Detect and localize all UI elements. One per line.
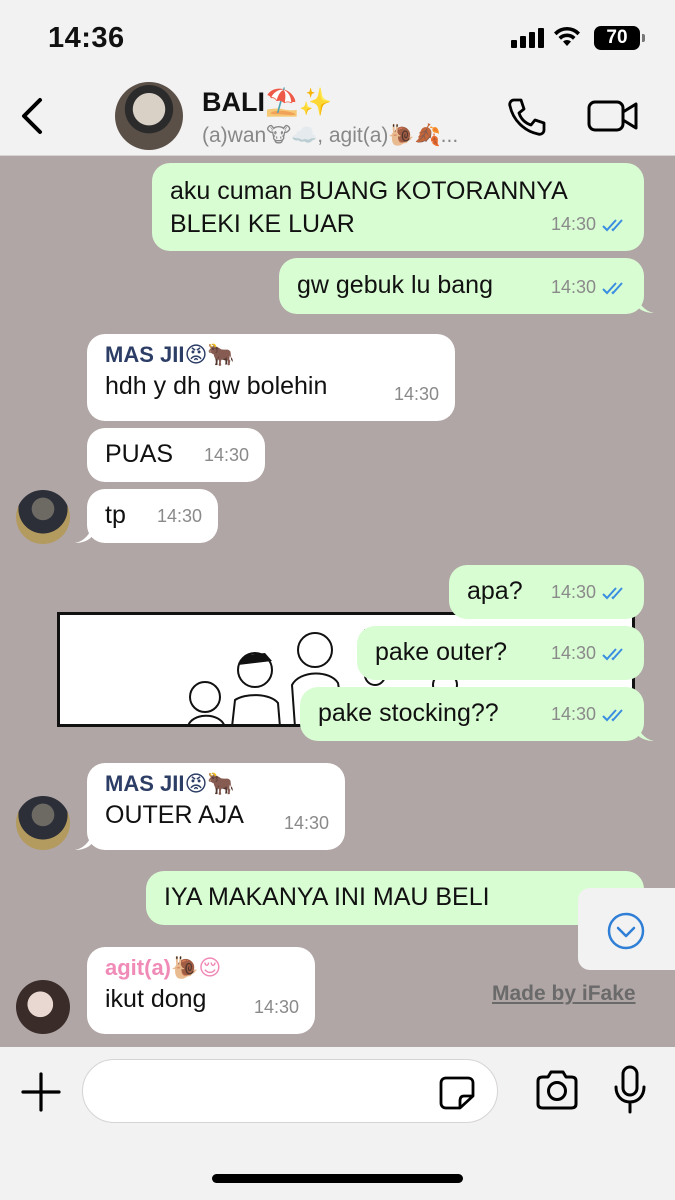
double-check-icon (602, 586, 623, 599)
outgoing-message[interactable]: apa? 14:30 (449, 565, 644, 619)
microphone-icon[interactable] (612, 1065, 648, 1115)
message-time: 14:30 (550, 704, 596, 724)
group-title[interactable]: BALI⛱️✨ (202, 86, 332, 118)
video-camera-icon[interactable] (587, 98, 639, 134)
message-time: 14:30 (156, 506, 202, 526)
signal-icon (511, 28, 545, 48)
message-text: hdh y dh gw bolehin (105, 372, 328, 400)
phone-icon[interactable] (505, 95, 549, 139)
message-time: 14:30 (550, 277, 596, 297)
message-time: 14:30 (283, 813, 329, 833)
sender-name: MAS JII😡🐂 (105, 771, 235, 796)
bubble-tail (636, 293, 654, 313)
incoming-message[interactable]: tp 14:30 (87, 489, 218, 543)
group-members[interactable]: (a)wan🐮☁️, agit(a)🐌🍂... (202, 123, 458, 148)
double-check-icon (602, 281, 623, 294)
incoming-message[interactable]: agit(a)🐌😌 ikut dong 14:30 (87, 947, 315, 1034)
chevron-down-icon (607, 912, 645, 950)
chevron-left-icon[interactable] (14, 94, 50, 138)
outgoing-message[interactable]: pake outer? 14:30 (357, 626, 644, 680)
watermark: Made by iFake (492, 982, 636, 1005)
wifi-icon (554, 26, 580, 46)
message-text: IYA MAKANYA INI MAU BELI (164, 883, 490, 911)
composer-bar (0, 1047, 675, 1200)
outgoing-message[interactable]: gw gebuk lu bang 14:30 (279, 258, 644, 314)
chat-header: BALI⛱️✨ (a)wan🐮☁️, agit(a)🐌🍂... (0, 78, 675, 156)
bubble-tail (636, 721, 654, 741)
message-time: 14:30 (550, 582, 596, 602)
status-bar: 14:36 70 (0, 0, 675, 78)
incoming-message[interactable]: MAS JII😡🐂 hdh y dh gw bolehin 14:30 (87, 334, 455, 421)
sender-name: MAS JII😡🐂 (105, 342, 235, 367)
sender-name: agit(a)🐌😌 (105, 955, 222, 980)
sender-avatar[interactable] (16, 796, 70, 850)
home-indicator[interactable] (212, 1174, 463, 1183)
bubble-tail (75, 523, 93, 543)
message-time: 14:30 (203, 445, 249, 465)
group-avatar[interactable] (115, 82, 183, 150)
bubble-tail (75, 830, 93, 850)
status-time: 14:36 (48, 22, 125, 54)
message-input[interactable] (82, 1059, 498, 1123)
outgoing-message[interactable]: pake stocking?? 14:30 (300, 687, 644, 741)
camera-icon[interactable] (534, 1069, 580, 1111)
sender-avatar[interactable] (16, 490, 70, 544)
incoming-message[interactable]: PUAS 14:30 (87, 428, 265, 482)
message-time: 14:30 (393, 384, 439, 404)
scroll-to-bottom-button[interactable] (578, 888, 675, 970)
double-check-icon (602, 647, 623, 660)
message-time: 14:30 (550, 214, 596, 234)
outgoing-message[interactable]: IYA MAKANYA INI MAU BELI 14:30 (146, 871, 644, 925)
battery-indicator: 70 (594, 26, 645, 50)
chat-area[interactable]: aku cuman BUANG KOTORANNYA BLEKI KE LUAR… (0, 156, 675, 1047)
sticker-icon[interactable] (438, 1076, 476, 1110)
incoming-message[interactable]: MAS JII😡🐂 OUTER AJA 14:30 (87, 763, 345, 850)
message-time: 14:30 (550, 643, 596, 663)
message-time: 14:30 (253, 997, 299, 1017)
outgoing-message[interactable]: aku cuman BUANG KOTORANNYA BLEKI KE LUAR… (152, 163, 644, 251)
plus-icon[interactable] (20, 1071, 62, 1113)
double-check-icon (602, 218, 623, 231)
sender-avatar[interactable] (16, 980, 70, 1034)
double-check-icon (602, 708, 623, 721)
